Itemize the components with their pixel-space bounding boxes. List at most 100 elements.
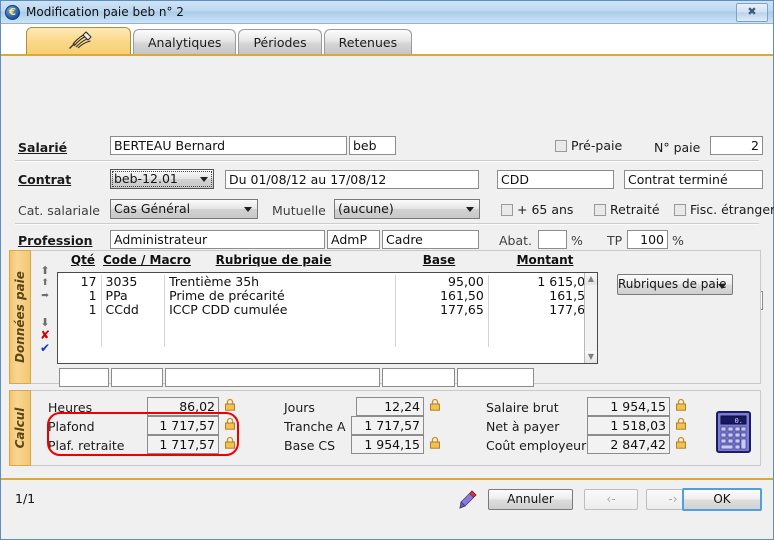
no-paie-input[interactable]: 2 xyxy=(710,136,763,155)
cancel-button[interactable]: Annuler xyxy=(488,489,573,510)
abat-percent-label: % xyxy=(571,233,583,248)
entry-rubrique-input[interactable] xyxy=(165,368,380,387)
no-paie-label: N° paie xyxy=(654,140,701,155)
mutuelle-select[interactable]: (aucune) xyxy=(334,199,480,219)
prepaie-label: Pré-paie xyxy=(571,138,623,153)
cell-montant: 177,65 xyxy=(549,302,593,317)
svg-text:0.: 0. xyxy=(735,417,743,425)
plus65-label: + 65 ans xyxy=(517,202,574,217)
cell-code: PPa xyxy=(101,289,166,303)
col-base: Base xyxy=(422,253,456,267)
heures-label: Heures xyxy=(48,400,93,415)
cat-salariale-label: Cat. salariale xyxy=(18,203,100,218)
cat-salariale-select[interactable]: Cas Général xyxy=(110,199,258,219)
jours-label: Jours xyxy=(284,400,315,415)
contrat-select-value: beb-12.01 xyxy=(114,171,178,186)
entry-qte-input[interactable] xyxy=(59,368,109,387)
grid-body[interactable]: 17 3035 Trentième 35h 95,00 1 615,00 1 P… xyxy=(57,272,598,364)
cell-base: 161,50 xyxy=(395,289,489,303)
chevron-down-icon xyxy=(718,284,726,289)
entry-base-input[interactable] xyxy=(382,368,455,387)
table-row[interactable]: 17 3035 Trentième 35h 95,00 1 615,00 xyxy=(58,275,597,289)
plafond-value[interactable]: 1 717,57 xyxy=(147,416,219,435)
cell-montant: 161,50 xyxy=(549,288,593,303)
calcul-side-tab[interactable]: Calcul xyxy=(9,390,31,466)
cell-rubrique: ICCP CDD cumulée xyxy=(164,303,396,317)
ok-button[interactable]: OK xyxy=(682,488,762,511)
tab-analytiques[interactable]: Analytiques xyxy=(133,29,237,54)
cell-base: 95,00 xyxy=(395,275,489,289)
grid-header: Qté Code / Macro Rubrique de paie Base M… xyxy=(57,253,598,269)
rubriques-de-paie-button[interactable]: Rubriques de paie xyxy=(617,274,733,295)
validate-row-icon[interactable]: ✔ xyxy=(37,342,53,355)
rubriques-de-paie-label: Rubriques de paie xyxy=(618,277,727,291)
cell-qte: 1 xyxy=(58,289,102,303)
contrat-statut-input[interactable]: Contrat terminé xyxy=(624,170,763,189)
fisc-etranger-label: Fisc. étranger xyxy=(690,202,774,217)
move-up-icon[interactable]: ⬆ xyxy=(37,277,53,290)
cout-employeur-value[interactable]: 2 847,42 xyxy=(587,435,670,454)
pager-label: 1/1 xyxy=(15,491,36,506)
fisc-etranger-checkbox[interactable]: Fisc. étranger xyxy=(674,202,774,217)
profession-input[interactable]: Administrateur xyxy=(110,230,325,249)
tab-periodes[interactable]: Périodes xyxy=(238,29,322,54)
profession-code-input[interactable]: AdmP xyxy=(327,230,380,249)
retraite-checkbox[interactable]: Retraité xyxy=(594,202,660,217)
dialog-footer: 1/1 Annuler ‹- -› OK xyxy=(1,478,773,520)
mutuelle-label: Mutuelle xyxy=(272,203,326,218)
scroll-down-icon[interactable]: ▼ xyxy=(585,351,597,363)
calcul-side-label: Calcul xyxy=(13,407,27,449)
contrat-type-input[interactable]: CDD xyxy=(497,170,614,189)
salarie-code-input[interactable]: beb xyxy=(349,136,396,155)
tab-general[interactable] xyxy=(26,27,131,54)
donnees-paie-side-tab[interactable]: Données paie xyxy=(9,250,31,384)
prepaie-checkbox[interactable]: Pré-paie xyxy=(555,138,622,153)
employee-form: Salarié BERTEAU Bernard beb Pré-paie N° … xyxy=(1,56,774,310)
plaf-retraite-value[interactable]: 1 717,57 xyxy=(147,435,219,454)
window-titlebar: € Modification paie beb n° 2 ✖ xyxy=(1,1,773,24)
col-montant: Montant xyxy=(516,253,574,267)
table-row[interactable]: 1 CCdd ICCP CDD cumulée 177,65 177,65 xyxy=(58,303,597,317)
net-a-payer-value[interactable]: 1 518,03 xyxy=(587,416,670,435)
abat-input[interactable] xyxy=(538,230,567,249)
entry-montant-input[interactable] xyxy=(457,368,534,387)
pencil-icon[interactable] xyxy=(456,489,478,511)
salarie-name-input[interactable]: BERTEAU Bernard xyxy=(110,136,347,155)
tranche-a-value[interactable]: 1 717,57 xyxy=(351,416,424,435)
fisc-etranger-checkbox-box xyxy=(674,203,686,216)
heures-value[interactable]: 86,02 xyxy=(147,397,219,416)
lock-icon xyxy=(225,417,235,430)
tab-retenues[interactable]: Retenues xyxy=(323,29,413,54)
move-right-icon[interactable]: ➡ xyxy=(37,290,53,303)
salaire-brut-label: Salaire brut xyxy=(486,400,559,415)
base-cs-value[interactable]: 1 954,15 xyxy=(351,435,424,454)
profession-cadre-input[interactable]: Cadre xyxy=(382,230,479,249)
tp-input[interactable]: 100 xyxy=(627,230,668,249)
lock-icon xyxy=(430,398,440,411)
plus65-checkbox[interactable]: + 65 ans xyxy=(501,202,573,217)
cell-code: CCdd xyxy=(101,303,166,317)
window-title: Modification paie beb n° 2 xyxy=(26,5,184,19)
jours-value[interactable]: 12,24 xyxy=(356,397,424,416)
cell-qte: 17 xyxy=(58,275,102,289)
entry-code-input[interactable] xyxy=(111,368,163,387)
payroll-modification-window: € Modification paie beb n° 2 ✖ Analytiqu… xyxy=(0,0,774,540)
grid-scrollbar[interactable]: ▲ ▼ xyxy=(584,273,597,363)
tranche-a-label: Tranche A xyxy=(284,419,346,434)
move-top-icon[interactable]: ⬆ xyxy=(37,264,53,277)
net-a-payer-label: Net à payer xyxy=(486,419,560,434)
close-icon[interactable]: ✖ xyxy=(736,2,768,22)
scroll-up-icon[interactable]: ▲ xyxy=(585,273,597,285)
chevron-down-icon xyxy=(466,207,474,212)
previous-button[interactable]: ‹- xyxy=(584,489,638,510)
contrat-periode-input[interactable]: Du 01/08/12 au 17/08/12 xyxy=(225,170,479,189)
contrat-select[interactable]: beb-12.01 xyxy=(110,169,214,189)
salaire-brut-value[interactable]: 1 954,15 xyxy=(587,397,670,416)
table-row[interactable]: 1 PPa Prime de précarité 161,50 161,50 xyxy=(58,289,597,303)
base-cs-label: Base CS xyxy=(284,438,336,453)
cell-rubrique: Prime de précarité xyxy=(164,289,396,303)
lock-icon xyxy=(225,436,235,449)
salarie-label: Salarié xyxy=(18,140,68,155)
calculator-icon[interactable]: 0. xyxy=(714,410,754,454)
lock-icon xyxy=(676,398,686,411)
